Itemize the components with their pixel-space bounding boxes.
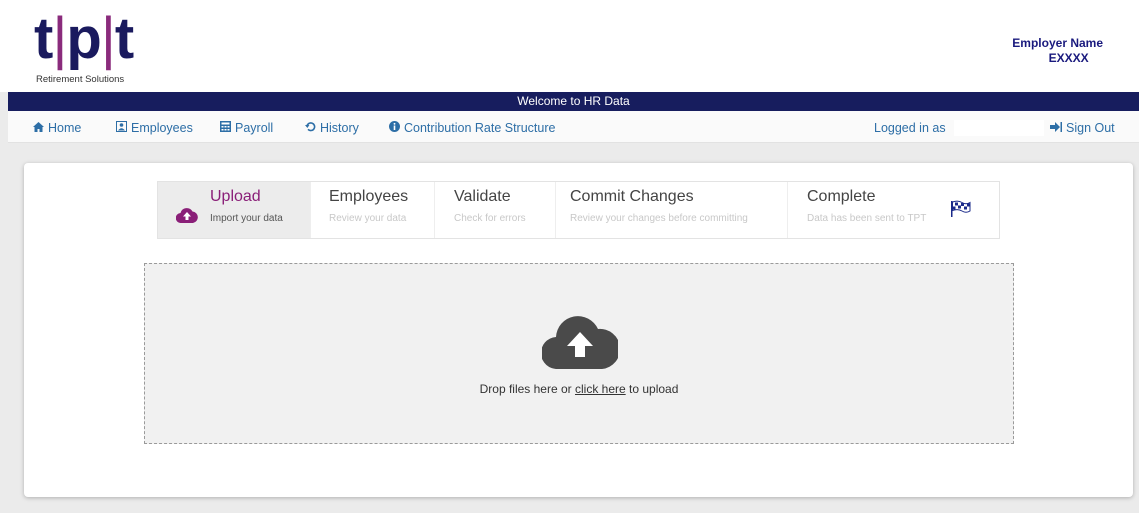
cloud-upload-icon (540, 313, 621, 370)
logo-subtitle: Retirement Solutions (36, 74, 125, 85)
tpt-logo[interactable]: t|p|t Retirement Solutions (34, 8, 154, 86)
wizard-steps: Upload Import your data Employees Review… (157, 181, 1000, 239)
step-employees[interactable]: Employees Review your data (311, 182, 435, 238)
sign-out-icon (1050, 112, 1062, 146)
nav-history-label: History (320, 121, 359, 135)
step-validate[interactable]: Validate Check for errors (435, 182, 556, 238)
step-employees-title: Employees (329, 188, 409, 205)
employees-icon (116, 112, 127, 146)
nav-employees-label: Employees (131, 121, 193, 135)
upload-card: Upload Import your data Employees Review… (24, 163, 1133, 497)
employer-code: EXXXX (1048, 51, 1089, 65)
employer-info: Employer Name EXXXX (1012, 36, 1103, 65)
logged-in-user-field (954, 120, 1044, 136)
file-dropzone[interactable]: Drop files here or click here to upload (144, 263, 1014, 444)
nav-history[interactable]: History (305, 111, 359, 143)
click-here-link[interactable]: click here (575, 382, 626, 396)
history-icon (305, 112, 316, 146)
nav-home-label: Home (48, 121, 82, 135)
step-commit-subtitle: Review your changes before committing (570, 213, 748, 224)
step-upload-title: Upload (210, 188, 261, 205)
sign-out-label: Sign Out (1066, 121, 1115, 135)
step-commit-title: Commit Changes (570, 188, 694, 205)
checkered-flag-icon (950, 200, 972, 218)
nav-home[interactable]: Home (33, 111, 81, 143)
step-employees-subtitle: Review your data (329, 213, 407, 224)
nav-payroll[interactable]: Payroll (220, 111, 273, 143)
dropzone-text-before: Drop files here or (479, 382, 575, 396)
page-header: t|p|t Retirement Solutions Employer Name… (0, 0, 1139, 92)
nav-payroll-label: Payroll (235, 121, 274, 135)
step-commit-changes[interactable]: Commit Changes Review your changes befor… (556, 182, 788, 238)
nav-employees[interactable]: Employees (116, 111, 193, 143)
cloud-upload-icon (175, 207, 198, 224)
step-upload-subtitle: Import your data (210, 213, 283, 224)
nav-contribution-label: Contribution Rate Structure (404, 121, 556, 135)
welcome-banner: Welcome to HR Data (8, 92, 1139, 111)
dropzone-text-after: to upload (625, 382, 679, 396)
dropzone-text: Drop files here or click here to upload (145, 382, 1013, 396)
main-nav: Home Employees Payroll History Contribut… (8, 111, 1139, 143)
payroll-icon (220, 112, 231, 146)
logged-in-label: Logged in as (874, 121, 946, 135)
employer-name: Employer Name (1012, 36, 1103, 50)
nav-contribution-rate-structure[interactable]: Contribution Rate Structure (389, 111, 555, 143)
home-icon (33, 112, 44, 146)
sign-out-link[interactable]: Sign Out (1050, 111, 1115, 143)
step-complete-title: Complete (807, 188, 876, 205)
step-upload[interactable]: Upload Import your data (158, 182, 311, 238)
step-validate-subtitle: Check for errors (454, 213, 526, 224)
step-validate-title: Validate (454, 188, 511, 205)
logo-wordmark: t|p|t (34, 6, 134, 71)
info-icon (389, 112, 400, 146)
step-complete-subtitle: Data has been sent to TPT (807, 213, 927, 224)
